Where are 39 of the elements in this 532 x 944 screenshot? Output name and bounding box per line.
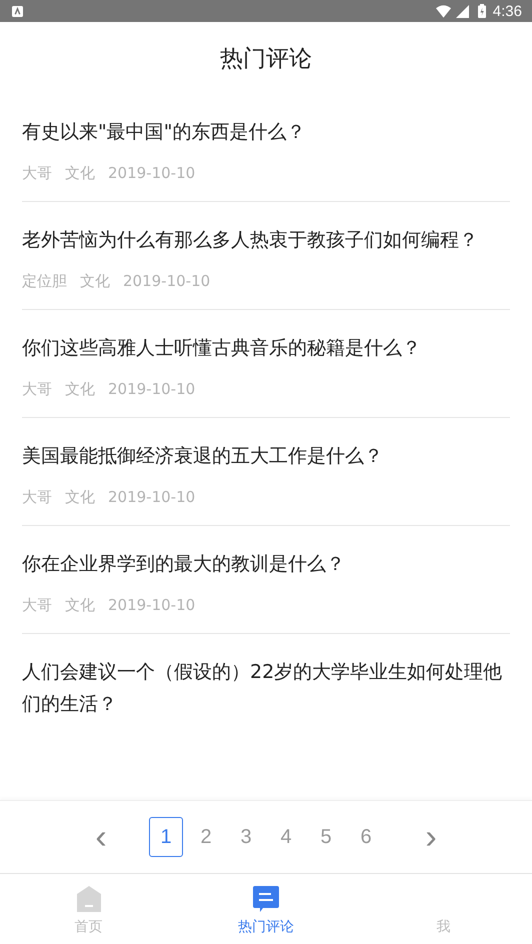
page-button[interactable]: 4	[269, 817, 303, 857]
author-name: 大哥	[22, 380, 52, 399]
page-button[interactable]: 2	[189, 817, 223, 857]
comment-icon	[250, 884, 281, 914]
tab-button[interactable]: 我	[354, 874, 532, 944]
tab-button[interactable]: 首页	[0, 874, 178, 944]
next-page-button[interactable]: ›	[411, 820, 451, 854]
author-name: 定位胆	[22, 272, 67, 291]
author-name: 大哥	[22, 488, 52, 507]
notification-icon	[12, 6, 23, 16]
category-label: 文化	[65, 164, 95, 183]
question-link[interactable]: 美国最能抵御经济衰退的五大工作是什么？	[22, 440, 510, 472]
status-time: 4:36	[492, 2, 522, 20]
question-link[interactable]: 有史以来"最中国"的东西是什么？	[22, 116, 510, 148]
post-date: 2019-10-10	[108, 380, 196, 399]
question-link[interactable]: 你在企业界学到的最大的教训是什么？	[22, 548, 510, 580]
post-date: 2019-10-10	[108, 164, 196, 183]
post-date: 2019-10-10	[108, 596, 196, 615]
question-link[interactable]: 老外苦恼为什么有那么多人热衷于教孩子们如何编程？	[22, 224, 510, 256]
page-button[interactable]: 1	[149, 817, 183, 857]
signal-icon	[454, 4, 470, 18]
question-link[interactable]: 你们这些高雅人士听懂古典音乐的秘籍是什么？	[22, 332, 510, 364]
previous-page-button[interactable]: ‹	[81, 820, 121, 854]
page-button[interactable]: 5	[309, 817, 343, 857]
post-date: 2019-10-10	[123, 272, 210, 291]
category-label: 文化	[65, 488, 95, 507]
page-button[interactable]: 6	[349, 817, 383, 857]
author-name: 大哥	[22, 596, 52, 615]
page-button[interactable]: 3	[229, 817, 263, 857]
category-label: 文化	[65, 380, 95, 399]
wifi-icon	[436, 4, 451, 18]
post-date: 2019-10-10	[108, 488, 196, 507]
author-name: 大哥	[22, 164, 52, 183]
battery-icon	[478, 4, 486, 18]
question-link[interactable]: 人们会建议一个（假设的）22岁的大学毕业生如何处理他们的生活？	[22, 656, 510, 720]
page-title: 热门评论	[220, 44, 312, 74]
category-label: 文化	[65, 596, 95, 615]
tab-button[interactable]: 热门评论	[177, 874, 355, 944]
category-label: 文化	[80, 272, 110, 291]
